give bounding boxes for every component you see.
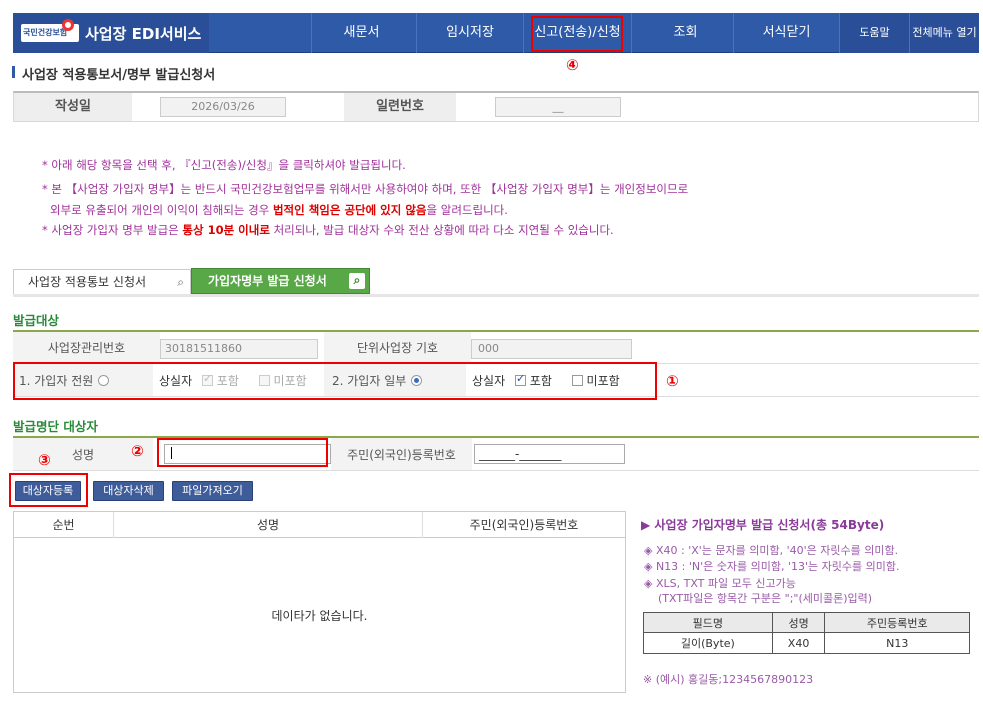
grid-header-name: 성명 bbox=[114, 512, 423, 538]
serial-label: 일련번호 bbox=[344, 93, 456, 121]
side-note-1: ◈ X40 : 'X'는 문자를 의미함, '40'은 자릿수를 의미함. bbox=[644, 544, 899, 557]
spec-data-row: 길이(Byte) X40 N13 bbox=[643, 632, 970, 654]
logo-text: 국민건강보험 bbox=[23, 28, 68, 37]
nav-help[interactable]: 도움말 bbox=[839, 13, 909, 53]
spec-header-rrn: 주민등록번호 bbox=[824, 612, 970, 633]
tab-member-list[interactable]: 가입자명부 발급 신청서 ⌕ bbox=[191, 268, 370, 294]
side-info-title: ▶ 사업장 가입자명부 발급 신청서(총 54Byte) bbox=[641, 518, 885, 532]
highlight-name-input bbox=[157, 438, 328, 467]
page-title: 사업장 적용통보서/명부 발급신청서 bbox=[22, 68, 216, 83]
marker-2: ② bbox=[131, 442, 144, 460]
nav-all-menu[interactable]: 전체메뉴 열기 bbox=[909, 13, 979, 53]
side-note-3: ◈ XLS, TXT 파일 모두 신고가능 bbox=[644, 577, 796, 590]
highlight-submit bbox=[531, 16, 623, 52]
grid-header-rrn: 주민(외국인)등록번호 bbox=[469, 518, 579, 532]
rrn-input[interactable]: ______-_______ bbox=[474, 444, 625, 464]
example-text: ※ (예시) 홍길동;1234567890123 bbox=[643, 673, 814, 686]
spec-rrn-length: N13 bbox=[824, 632, 970, 654]
grid-header: 순번 성명 주민(외국인)등록번호 bbox=[14, 512, 625, 538]
delete-target-button[interactable]: 대상자삭제 bbox=[93, 481, 164, 501]
highlight-options bbox=[13, 362, 657, 400]
nav-temp-save[interactable]: 임시저장 bbox=[416, 13, 523, 53]
target-row-ids: 사업장관리번호 30181511860 단위사업장 기호 000 bbox=[13, 332, 979, 364]
date-field: 2026/03/26 bbox=[160, 97, 286, 117]
date-label: 작성일 bbox=[14, 93, 132, 121]
unit-code-field: 000 bbox=[471, 339, 632, 359]
nav-inquiry[interactable]: 조회 bbox=[631, 13, 739, 53]
tab-member-list-label: 가입자명부 발급 신청서 bbox=[208, 274, 327, 288]
form-info-bar: 작성일 2026/03/26 일련번호 __ bbox=[13, 91, 979, 122]
spec-header-row: 필드명 성명 주민등록번호 bbox=[643, 612, 970, 633]
section-title-list: 발급명단 대상자 bbox=[13, 419, 98, 434]
spec-length-label: 길이(Byte) bbox=[643, 632, 773, 654]
grid-empty-message: 데이타가 없습니다. bbox=[271, 609, 368, 623]
spec-name-length: X40 bbox=[771, 632, 826, 654]
mgmt-no-field: 30181511860 bbox=[160, 339, 318, 359]
grid-header-no: 순번 bbox=[14, 512, 114, 538]
unit-code-label: 단위사업장 기호 bbox=[324, 332, 471, 363]
magnifier-icon: ⌕ bbox=[349, 273, 365, 289]
import-file-button[interactable]: 파일가져오기 bbox=[172, 481, 253, 501]
serial-field: __ bbox=[495, 97, 621, 117]
magnifier-icon: ⌕ bbox=[177, 275, 184, 289]
rrn-label: 주민(외국인)등록번호 bbox=[331, 438, 472, 470]
tab-application-notice-label: 사업장 적용통보 신청서 bbox=[28, 275, 147, 289]
app-title: 사업장 EDI서비스 bbox=[85, 25, 202, 43]
notice-2a: * 본 【사업장 가입자 명부】는 반드시 국민건강보험업무를 위해서만 사용하… bbox=[42, 182, 689, 196]
marker-4: ④ bbox=[566, 56, 579, 74]
notice-3: * 사업장 가입자 명부 발급은 통상 10분 이내로 처리되나, 발급 대상자… bbox=[42, 223, 614, 237]
nav-close-form[interactable]: 서식닫기 bbox=[733, 13, 839, 53]
target-grid: 순번 성명 주민(외국인)등록번호 데이타가 없습니다. bbox=[13, 511, 626, 693]
highlight-register bbox=[9, 473, 88, 507]
nav-new-document[interactable]: 새문서 bbox=[311, 13, 411, 53]
spec-table: 필드명 성명 주민등록번호 길이(Byte) X40 N13 bbox=[643, 612, 970, 654]
top-navigation-bar: 국민건강보험 사업장 EDI서비스 새문서 임시저장 신고(전송)/신청 조회 … bbox=[13, 13, 979, 53]
notice-1: * 아래 해당 항목을 선택 후, 『신고(전송)/신청』을 클릭하셔야 발급됩… bbox=[42, 158, 406, 172]
notice-2b: 외부로 유출되어 개인의 이익이 침해되는 경우 법적인 책임은 공단에 있지 … bbox=[50, 203, 508, 217]
spec-header-field: 필드명 bbox=[643, 612, 773, 633]
nhis-logo: 국민건강보험 bbox=[21, 19, 79, 42]
marker-3: ③ bbox=[38, 451, 51, 469]
marker-1: ① bbox=[666, 372, 679, 390]
logo-area: 국민건강보험 사업장 EDI서비스 bbox=[13, 13, 209, 53]
side-note-4: (TXT파일은 항목간 구분은 ";"(세미콜론)입력) bbox=[658, 592, 873, 605]
side-note-2: ◈ N13 : 'N'은 숫자를 의미함, '13'는 자릿수를 의미함. bbox=[644, 560, 900, 573]
spec-header-name: 성명 bbox=[771, 612, 826, 633]
title-accent-bar bbox=[12, 66, 15, 78]
mgmt-no-label: 사업장관리번호 bbox=[13, 332, 160, 363]
logo-symbol-icon bbox=[62, 19, 74, 31]
section-title-target: 발급대상 bbox=[13, 313, 60, 328]
tab-divider bbox=[13, 294, 979, 297]
tab-application-notice[interactable]: 사업장 적용통보 신청서 ⌕ bbox=[13, 269, 191, 294]
